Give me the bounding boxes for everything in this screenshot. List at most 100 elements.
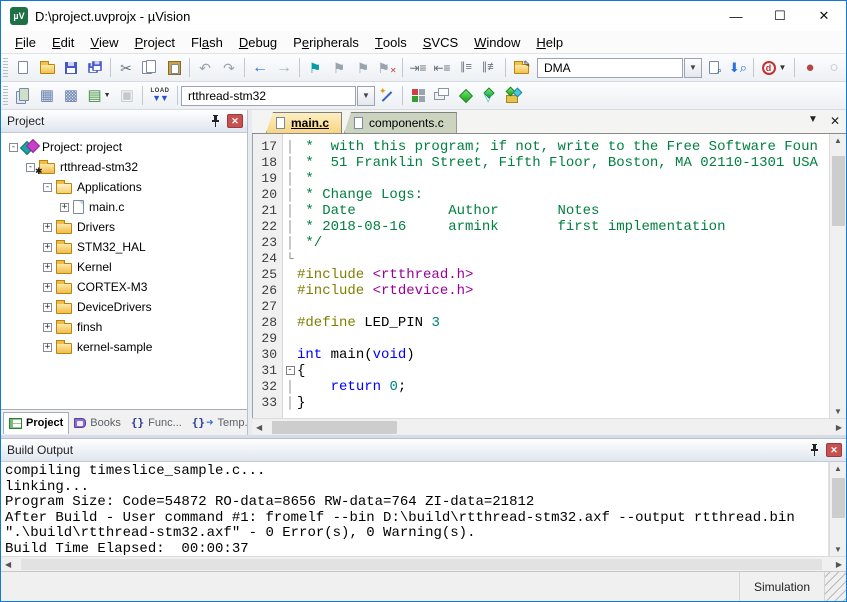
tree-item-devicedrivers[interactable]: +DeviceDrivers <box>1 297 247 317</box>
editor-vertical-scrollbar[interactable]: ▲ ▼ <box>829 134 846 418</box>
tree-item-stm32-hal[interactable]: +STM32_HAL <box>1 237 247 257</box>
code-line[interactable]: * 2018-08-16 armink first implementation <box>297 219 829 235</box>
code-line[interactable]: { <box>297 363 829 379</box>
expand-icon[interactable]: + <box>43 243 52 252</box>
scroll-up-icon[interactable]: ▲ <box>834 464 842 473</box>
fold-margin[interactable]: │││││││└-││ <box>283 134 297 418</box>
uncomment-button[interactable]: ∥≢ <box>478 57 502 79</box>
build-output-close-button[interactable]: ✕ <box>826 443 842 457</box>
find-combobox[interactable]: DMA <box>537 58 683 78</box>
code-lines[interactable]: * with this program; if not, write to th… <box>297 134 829 418</box>
menu-window[interactable]: Window <box>466 31 528 53</box>
comment-button[interactable]: ∥≡ <box>454 57 478 79</box>
undo-button[interactable]: ↶ <box>193 57 217 79</box>
scrollbar-thumb[interactable] <box>832 478 845 518</box>
download-button[interactable]: LOAD▼▼ <box>146 85 174 107</box>
editor-tab-components-c[interactable]: components.c <box>344 112 457 133</box>
tree-item-cortex-m3[interactable]: +CORTEX-M3 <box>1 277 247 297</box>
close-document-button[interactable]: ✕ <box>830 114 840 128</box>
expand-icon[interactable]: + <box>60 203 69 212</box>
tree-item-applications[interactable]: -Applications <box>1 177 247 197</box>
disable-breakpoint-button[interactable]: ○ <box>822 57 846 79</box>
build-output-vertical-scrollbar[interactable]: ▲ ▼ <box>829 462 846 556</box>
code-line[interactable]: * with this program; if not, write to th… <box>297 139 829 155</box>
code-line[interactable]: #include <rtdevice.h> <box>297 283 829 299</box>
minimize-button[interactable]: — <box>714 2 758 31</box>
expand-icon[interactable]: + <box>43 303 52 312</box>
pin-button[interactable] <box>207 114 223 129</box>
panel-tab-project[interactable]: Project <box>3 412 69 434</box>
start-stop-debug-button[interactable]: d▼ <box>757 57 791 79</box>
scroll-right-icon[interactable]: ▶ <box>836 560 842 569</box>
resize-grip[interactable] <box>824 572 846 601</box>
menu-view[interactable]: View <box>82 31 126 53</box>
expand-icon[interactable]: + <box>43 323 52 332</box>
expand-icon[interactable]: + <box>43 283 52 292</box>
scroll-down-icon[interactable]: ▼ <box>834 407 842 416</box>
editor-tab-main-c[interactable]: main.c <box>266 112 342 133</box>
menu-peripherals[interactable]: Peripherals <box>285 31 367 53</box>
menu-file[interactable]: File <box>7 31 44 53</box>
tab-list-button[interactable]: ▼ <box>808 114 818 128</box>
code-area[interactable]: 1718192021222324252627282930313233 │││││… <box>252 134 846 418</box>
configure-find-button[interactable]: ✎ <box>509 57 533 79</box>
collapse-icon[interactable]: - <box>26 163 35 172</box>
collapse-icon[interactable]: - <box>9 143 18 152</box>
translate-button[interactable] <box>11 85 35 107</box>
manage-rte-button[interactable] <box>454 85 478 107</box>
expand-icon[interactable]: + <box>43 223 52 232</box>
tree-item-finsh[interactable]: +finsh <box>1 317 247 337</box>
code-line[interactable]: * Change Logs: <box>297 187 829 203</box>
maximize-button[interactable]: ☐ <box>758 2 802 31</box>
rebuild-button[interactable]: ▩ <box>59 85 83 107</box>
tree-item-main-c[interactable]: +main.c <box>1 197 247 217</box>
code-line[interactable]: } <box>297 395 829 411</box>
build-button[interactable]: ▦ <box>35 85 59 107</box>
panel-tab-func[interactable]: {}Func... <box>126 412 187 434</box>
paste-button[interactable] <box>162 57 186 79</box>
next-bookmark-button[interactable]: ⚑ <box>351 57 375 79</box>
scrollbar-thumb[interactable] <box>832 156 845 226</box>
manage-components-button[interactable] <box>406 85 430 107</box>
close-button[interactable]: ✕ <box>802 2 846 31</box>
scroll-left-icon[interactable]: ◀ <box>256 423 262 432</box>
code-line[interactable]: * <box>297 171 829 187</box>
code-line[interactable]: #define LED_PIN 3 <box>297 315 829 331</box>
clear-bookmarks-button[interactable]: ⚑✕ <box>375 57 399 79</box>
navigate-forward-button[interactable]: → <box>272 57 296 79</box>
save-button[interactable] <box>59 57 83 79</box>
scrollbar-thumb[interactable] <box>21 559 822 570</box>
menu-project[interactable]: Project <box>127 31 183 53</box>
code-line[interactable]: */ <box>297 235 829 251</box>
fold-marker[interactable]: - <box>283 363 297 379</box>
code-line[interactable] <box>297 251 829 267</box>
toggle-bookmark-button[interactable]: ⚑ <box>303 57 327 79</box>
scroll-right-icon[interactable]: ▶ <box>836 423 842 432</box>
project-panel-close-button[interactable]: ✕ <box>227 114 243 128</box>
code-line[interactable]: return 0; <box>297 379 829 395</box>
save-all-button[interactable] <box>83 57 107 79</box>
prev-bookmark-button[interactable]: ⚑ <box>327 57 351 79</box>
manage-layout-button[interactable] <box>430 85 454 107</box>
toolbar-grip[interactable] <box>3 58 8 78</box>
expand-icon[interactable]: + <box>43 343 52 352</box>
menu-edit[interactable]: Edit <box>44 31 82 53</box>
collapse-icon[interactable]: - <box>43 183 52 192</box>
pin-button[interactable] <box>806 443 822 458</box>
tree-item-project-project[interactable]: -Project: project <box>1 137 247 157</box>
menu-svcs[interactable]: SVCS <box>415 31 466 53</box>
tree-item-kernel[interactable]: +Kernel <box>1 257 247 277</box>
incremental-find-button[interactable]: ⬇⌕ <box>726 57 750 79</box>
target-dropdown-button[interactable]: ▼ <box>357 86 375 106</box>
menu-flash[interactable]: Flash <box>183 31 231 53</box>
menu-debug[interactable]: Debug <box>231 31 285 53</box>
scroll-down-icon[interactable]: ▼ <box>834 545 842 554</box>
toolbar-grip[interactable] <box>3 86 8 106</box>
fold-collapse-icon[interactable]: - <box>286 366 295 375</box>
code-line[interactable] <box>297 331 829 347</box>
batch-build-button[interactable]: ▤▼ <box>83 85 115 107</box>
build-output-lines[interactable]: compiling timeslice_sample.c...linking..… <box>1 462 829 556</box>
pack-installer-button[interactable] <box>502 85 526 107</box>
tree-item-drivers[interactable]: +Drivers <box>1 217 247 237</box>
target-combobox[interactable]: rtthread-stm32 <box>181 86 356 106</box>
